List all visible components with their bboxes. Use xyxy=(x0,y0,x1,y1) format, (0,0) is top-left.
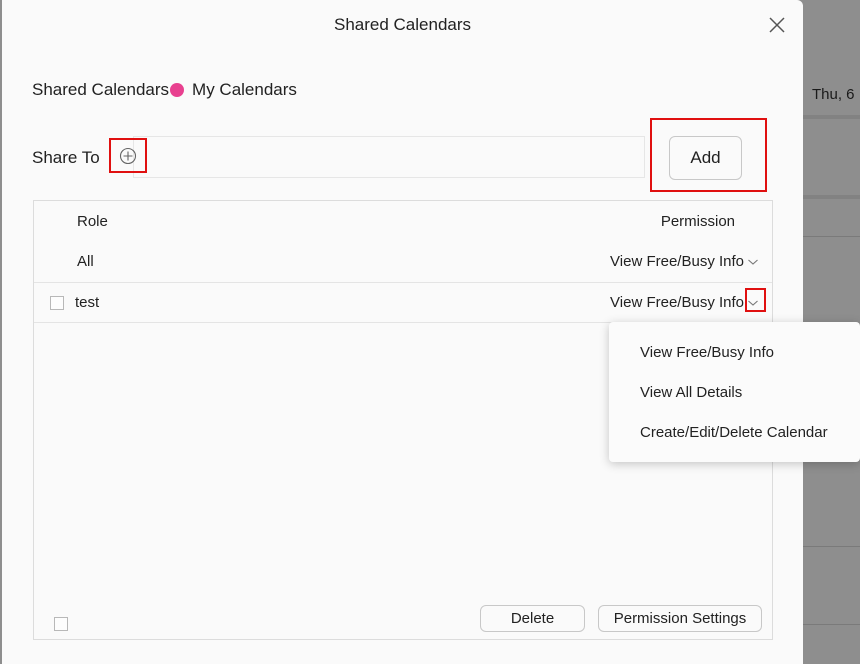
row-all-role: All xyxy=(77,253,94,270)
tab-shared-calendars[interactable]: Shared Calendars xyxy=(32,80,169,100)
close-icon xyxy=(769,17,785,33)
delete-button[interactable]: Delete xyxy=(480,605,585,632)
calendar-tabs: Shared Calendars My Calendars xyxy=(32,80,297,100)
add-contact-button[interactable] xyxy=(109,138,147,173)
dropdown-option-view-free-busy[interactable]: View Free/Busy Info xyxy=(640,344,774,361)
share-to-input[interactable] xyxy=(133,136,645,178)
divider xyxy=(803,236,860,237)
permission-value: View Free/Busy Info xyxy=(610,294,744,311)
divider xyxy=(803,115,860,119)
row-test-checkbox[interactable] xyxy=(50,296,64,310)
calendar-day-header: Thu, 6 xyxy=(812,86,855,103)
plus-circle-icon xyxy=(119,147,137,164)
permission-dropdown-menu: View Free/Busy Info View All Details Cre… xyxy=(609,322,860,462)
share-to-label: Share To xyxy=(32,148,100,167)
divider xyxy=(803,624,860,625)
dialog-title: Shared Calendars xyxy=(333,15,472,34)
row-test-role: test xyxy=(75,294,100,311)
divider xyxy=(803,195,860,199)
row-test-permission-select[interactable]: View Free/Busy Info xyxy=(610,294,760,311)
dropdown-option-create-edit-delete[interactable]: Create/Edit/Delete Calendar xyxy=(640,424,828,441)
chevron-down-icon xyxy=(746,255,760,269)
add-button[interactable]: Add xyxy=(669,136,742,180)
row-all-permission-select[interactable]: View Free/Busy Info xyxy=(610,253,760,270)
row-divider xyxy=(34,282,772,283)
chevron-highlight xyxy=(745,288,766,312)
dropdown-option-view-all-details[interactable]: View All Details xyxy=(640,384,742,401)
select-all-checkbox[interactable] xyxy=(54,617,68,631)
permission-settings-button[interactable]: Permission Settings xyxy=(598,605,762,632)
tab-my-calendars[interactable]: My Calendars xyxy=(192,80,297,100)
column-header-permission: Permission xyxy=(660,213,735,230)
column-header-role: Role xyxy=(77,213,108,230)
close-button[interactable] xyxy=(768,16,786,34)
calendar-color-dot xyxy=(170,83,185,97)
divider xyxy=(803,546,860,547)
permission-value: View Free/Busy Info xyxy=(610,253,744,270)
